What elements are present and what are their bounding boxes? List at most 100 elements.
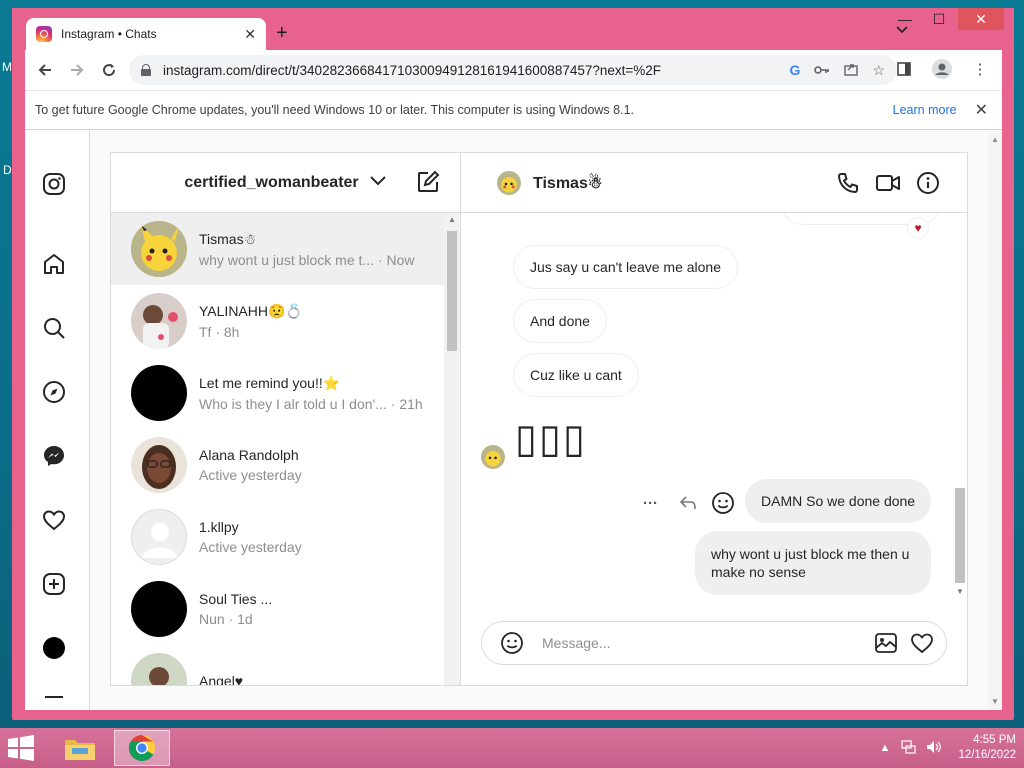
- show-hidden-icons-icon[interactable]: ▲: [880, 742, 891, 754]
- share-icon[interactable]: [844, 62, 859, 79]
- thread-list-panel: certified_womanbeater Tismas☃ why wont u…: [111, 153, 461, 685]
- more-options-icon[interactable]: ···: [643, 495, 658, 512]
- thread-time: · 8h: [215, 323, 240, 340]
- maximize-button[interactable]: ☐: [922, 8, 956, 30]
- thread-name: Tismas☃: [199, 230, 257, 247]
- update-infobar: To get future Google Chrome updates, you…: [25, 90, 1002, 130]
- reply-icon[interactable]: [679, 495, 697, 516]
- learn-more-link[interactable]: Learn more: [893, 103, 957, 117]
- message-scrollbar[interactable]: ▼: [953, 213, 967, 598]
- avatar: [131, 509, 187, 565]
- close-window-button[interactable]: ✕: [958, 8, 1004, 30]
- audio-call-icon[interactable]: [835, 170, 861, 196]
- chrome-menu-icon[interactable]: ⋮: [966, 55, 994, 83]
- chat-title[interactable]: Tismas☃: [533, 173, 602, 193]
- thread-preview: Who is they I alr told u I don'...: [199, 395, 387, 412]
- video-call-icon[interactable]: [875, 170, 901, 196]
- desktop-label-m: M: [2, 60, 12, 74]
- volume-icon[interactable]: [926, 740, 942, 757]
- avatar: [131, 653, 187, 685]
- search-icon[interactable]: [41, 315, 67, 341]
- lock-icon[interactable]: [141, 64, 151, 76]
- message-bubble-sent[interactable]: DAMN So we done done: [745, 479, 932, 523]
- reload-button[interactable]: [93, 54, 125, 86]
- home-icon[interactable]: [41, 251, 67, 277]
- back-button[interactable]: [29, 54, 61, 86]
- thread-preview: Active yesterday: [199, 467, 302, 483]
- instagram-logo-icon[interactable]: [41, 171, 67, 197]
- profile-avatar-icon[interactable]: [41, 635, 67, 661]
- notifications-heart-icon[interactable]: [41, 507, 67, 533]
- instagram-sidebar: [25, 131, 90, 710]
- tab-title: Instagram • Chats: [61, 27, 157, 41]
- like-heart-icon[interactable]: [908, 629, 936, 657]
- message-bubble-sent[interactable]: why wont u just block me then u make no …: [695, 531, 931, 595]
- avatar: [131, 293, 187, 349]
- address-bar[interactable]: instagram.com/direct/t/34028236684171030…: [129, 55, 897, 85]
- emoji-picker-icon[interactable]: [498, 629, 526, 657]
- message-bubble[interactable]: Cuz like u cant: [513, 353, 639, 397]
- chevron-down-icon[interactable]: [369, 174, 387, 192]
- emoji-message[interactable]: ▯▯▯: [515, 417, 587, 461]
- network-icon[interactable]: [900, 739, 917, 757]
- clock[interactable]: 4:55 PM 12/16/2022: [958, 733, 1016, 763]
- thread-time: · Now: [377, 251, 415, 268]
- messenger-icon[interactable]: [41, 443, 67, 469]
- profile-icon[interactable]: [928, 55, 956, 83]
- direct-messages-panel: certified_womanbeater Tismas☃ why wont u…: [110, 152, 968, 686]
- explore-compass-icon[interactable]: [41, 379, 67, 405]
- info-icon[interactable]: [915, 170, 941, 196]
- forward-button[interactable]: [61, 54, 93, 86]
- page-scrollbar[interactable]: ▲ ▼: [988, 131, 1002, 710]
- conversation-header: Tismas☃: [461, 153, 967, 213]
- thread-list-scrollbar[interactable]: ▲: [444, 213, 460, 685]
- thread-name: Alana Randolph: [199, 447, 299, 463]
- thread-item[interactable]: 1.kllpy Active yesterday: [111, 501, 444, 573]
- avatar: [131, 581, 187, 637]
- chrome-window: Instagram • Chats ✕ + — ☐ ✕ instagram.co…: [12, 8, 1014, 720]
- thread-name: 1.kllpy: [199, 519, 239, 535]
- thread-preview: Tf: [199, 323, 212, 340]
- more-menu-icon[interactable]: [41, 691, 67, 710]
- thread-name: Let me remind you!!⭐: [199, 374, 341, 391]
- system-tray: ▲ 4:55 PM 12/16/2022: [880, 728, 1016, 768]
- minimize-button[interactable]: —: [888, 8, 922, 30]
- url-text[interactable]: instagram.com/direct/t/34028236684171030…: [163, 63, 776, 78]
- inbox-header: certified_womanbeater: [111, 153, 460, 213]
- key-icon[interactable]: [814, 62, 830, 78]
- message-bubble[interactable]: And done: [513, 299, 607, 343]
- thread-item[interactable]: Tismas☃ why wont u just block me t... · …: [111, 213, 444, 285]
- conversation-actions: [835, 170, 941, 196]
- heart-reaction-icon[interactable]: ♥: [907, 217, 929, 239]
- windows-start-icon[interactable]: [6, 735, 38, 761]
- create-post-icon[interactable]: [41, 571, 67, 597]
- chrome-taskbar-icon[interactable]: [114, 730, 170, 766]
- file-explorer-icon[interactable]: [52, 730, 108, 766]
- thread-list: Tismas☃ why wont u just block me t... · …: [111, 213, 444, 685]
- thread-name: Soul Ties ...: [199, 591, 273, 607]
- message-bubble[interactable]: Jus say u can't leave me alone: [513, 245, 739, 289]
- react-emoji-icon[interactable]: [711, 491, 735, 520]
- thread-preview: why wont u just block me t...: [199, 251, 375, 268]
- chat-avatar[interactable]: [497, 170, 521, 195]
- sender-avatar[interactable]: [481, 445, 505, 469]
- conversation-panel: Tismas☃ ♥ Jus say u can't leave me alone…: [461, 153, 967, 685]
- image-upload-icon[interactable]: [872, 629, 900, 657]
- bookmark-star-icon[interactable]: ☆: [872, 62, 885, 79]
- tab-instagram[interactable]: Instagram • Chats ✕: [26, 18, 266, 50]
- side-panel-icon[interactable]: [890, 55, 918, 83]
- thread-item[interactable]: YALINAHH😟💍 Tf · 8h: [111, 285, 444, 357]
- avatar: [131, 221, 187, 277]
- thread-item[interactable]: Let me remind you!!⭐ Who is they I alr t…: [111, 357, 444, 429]
- thread-item[interactable]: Alana Randolph Active yesterday: [111, 429, 444, 501]
- tab-close-icon[interactable]: ✕: [244, 26, 256, 43]
- account-switcher[interactable]: certified_womanbeater: [184, 174, 358, 192]
- infobar-close-icon[interactable]: ✕: [975, 100, 988, 120]
- google-translate-icon[interactable]: G: [790, 62, 801, 78]
- thread-item[interactable]: Soul Ties ... Nun · 1d: [111, 573, 444, 645]
- new-message-icon[interactable]: [416, 170, 440, 199]
- thread-item[interactable]: Angel♥: [111, 645, 444, 685]
- clock-time: 4:55 PM: [973, 734, 1016, 746]
- new-tab-button[interactable]: +: [276, 22, 288, 45]
- message-input[interactable]: [542, 635, 864, 651]
